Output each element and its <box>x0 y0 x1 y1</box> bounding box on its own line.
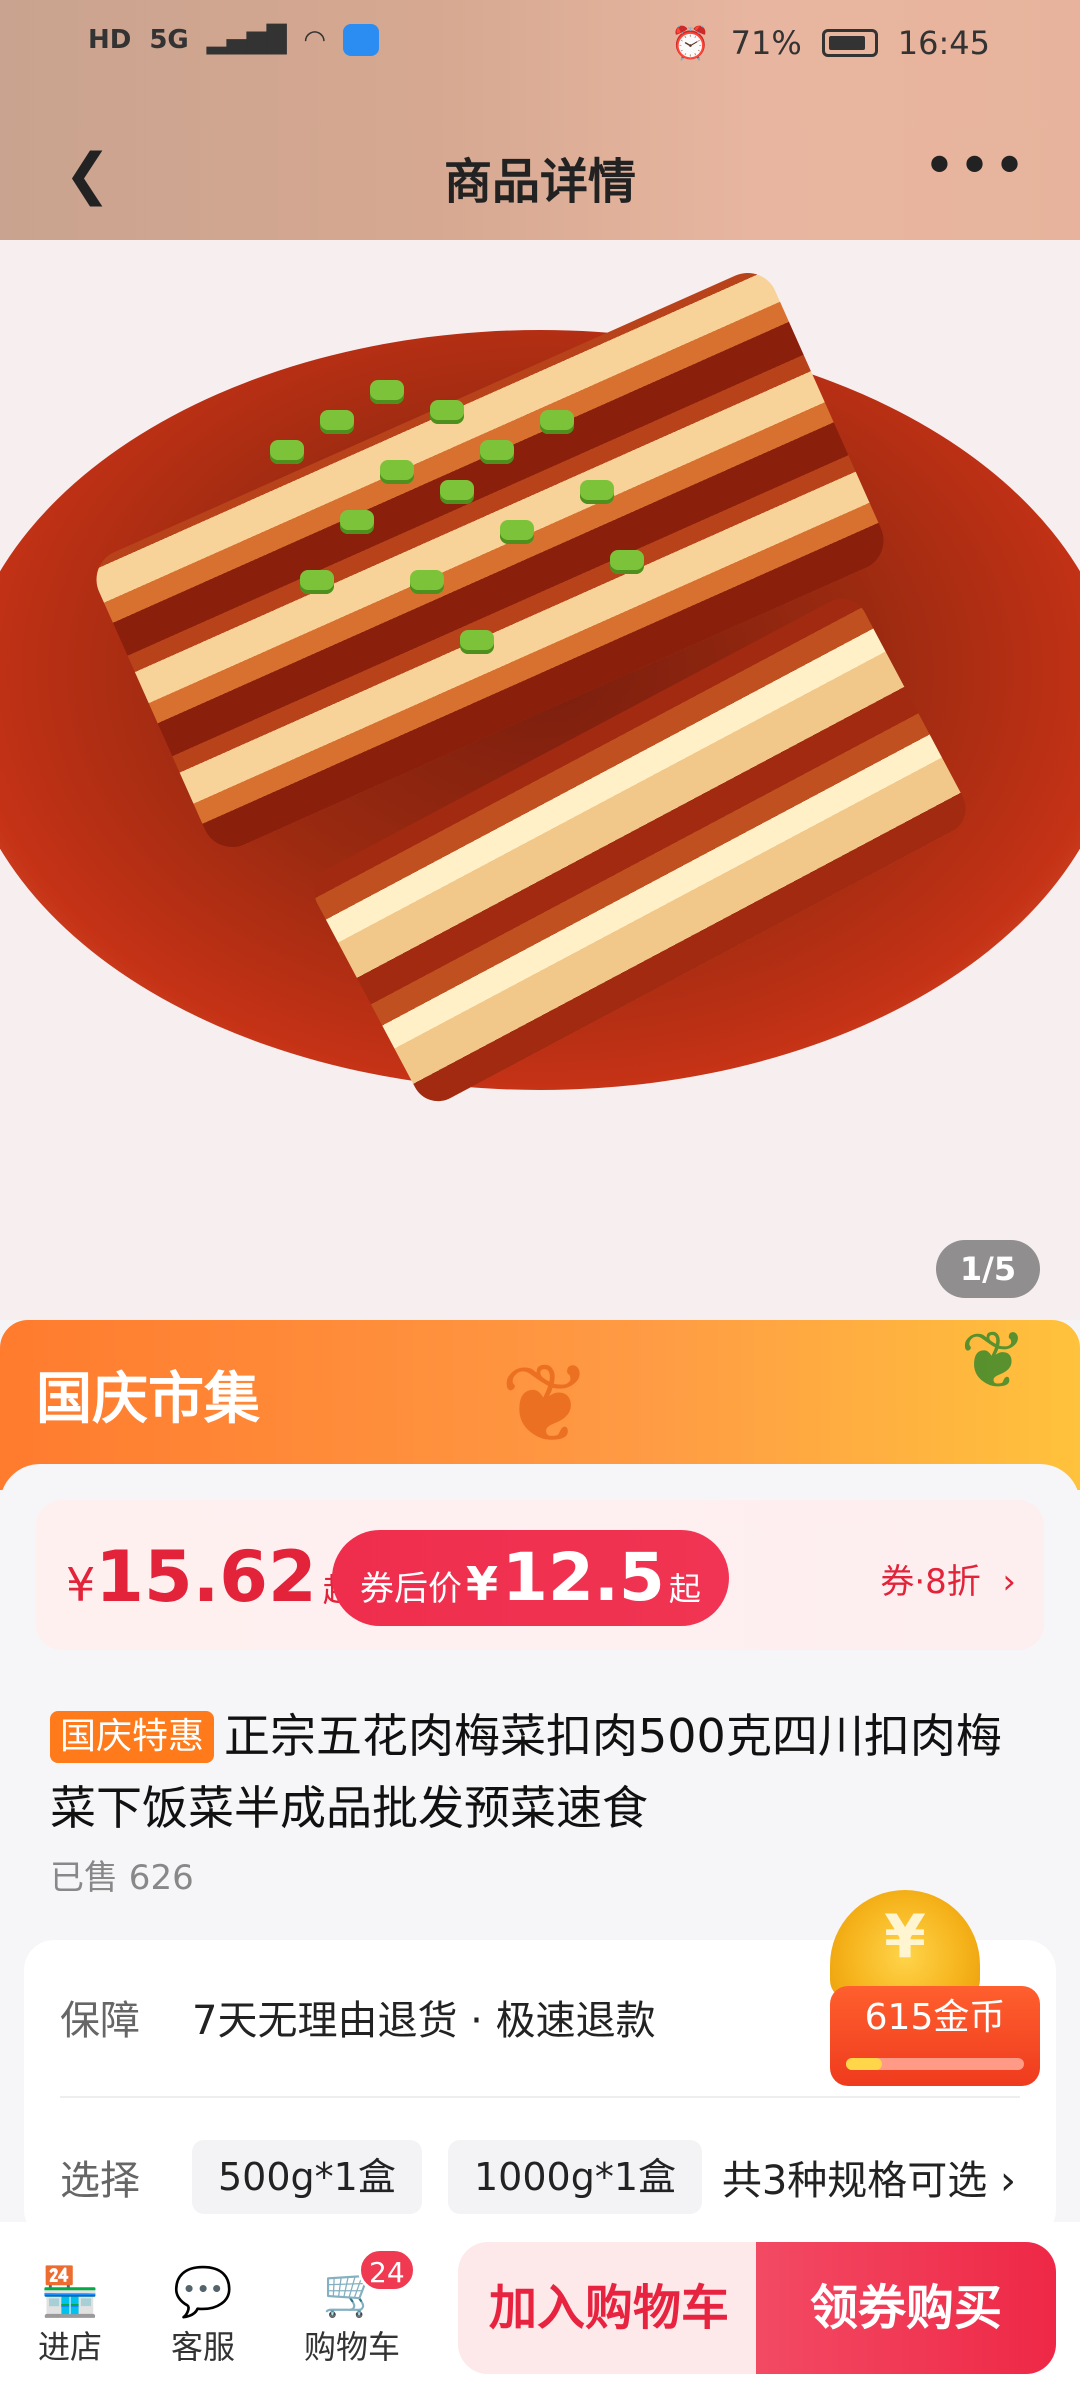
clock: 16:45 <box>897 24 990 62</box>
spec-option[interactable]: 1000g*1盒 <box>448 2140 703 2214</box>
guarantee-label: 保障 <box>60 1998 140 2044</box>
price: ¥15.62起 <box>66 1536 355 1618</box>
maple-leaf-icon: ❦ <box>960 1314 1028 1407</box>
promo-tag: 国庆特惠 <box>50 1711 215 1763</box>
coin-icon[interactable]: ¥ <box>830 1890 980 2000</box>
product-title: 国庆特惠 正宗五花肉梅菜扣肉500克四川扣肉梅菜下饭菜半成品批发预菜速食 <box>50 1709 1002 1835</box>
buy-with-coupon-button[interactable]: 领券购买 <box>756 2242 1056 2374</box>
battery-icon <box>821 29 878 57</box>
top-header: HD 5G ▂▄▆█ ◠ ⏰ 71% 16:45 ❮ 商品详情 ••• <box>0 0 1080 240</box>
wifi-icon: ◠ <box>304 25 325 55</box>
sold-count: 已售 626 <box>50 1858 194 1898</box>
store-tab[interactable]: 🏪 进店 <box>10 2262 130 2368</box>
after-coupon-price: 券后价 ¥ 12.5 起 <box>332 1530 729 1626</box>
nav-bar: ❮ 商品详情 ••• <box>0 120 1080 220</box>
more-specs[interactable]: 共3种规格可选 › <box>722 2148 1016 2206</box>
coupon-link[interactable]: 券·8折 › <box>880 1554 1016 1603</box>
bottom-action-bar: 🏪 进店 💬 客服 🛒 24 购物车 加入购物车 领券购买 <box>0 2222 1080 2400</box>
chevron-right-icon: › <box>987 2158 1016 2204</box>
select-label: 选择 <box>60 2158 140 2204</box>
store-icon: 🏪 <box>40 2264 100 2320</box>
product-card: ¥15.62起 券后价 ¥ 12.5 起 券·8折 › 国庆特惠正宗五花肉梅菜扣… <box>0 1464 1080 2240</box>
chevron-right-icon: › <box>991 1562 1016 1602</box>
coins-badge[interactable]: 615金币 <box>830 1986 1040 2086</box>
divider <box>60 2096 1020 2098</box>
chat-icon: 💬 <box>173 2264 233 2320</box>
price-value: 15.62 <box>95 1536 317 1618</box>
signal-icon: ▂▄▆█ <box>206 25 287 55</box>
cart-tab[interactable]: 🛒 24 购物车 <box>292 2248 416 2368</box>
coin-progress <box>846 2058 1024 2070</box>
price-box: ¥15.62起 券后价 ¥ 12.5 起 券·8折 › <box>36 1500 1044 1650</box>
page-title: 商品详情 <box>443 154 636 210</box>
weather-icon <box>342 24 379 56</box>
promo-title: 国庆市集 <box>36 1367 260 1432</box>
alarm-icon: ⏰ <box>670 24 711 62</box>
product-image[interactable]: 1/5 <box>0 240 1080 1320</box>
scallion-garnish <box>260 370 700 710</box>
spec-option[interactable]: 500g*1盒 <box>192 2140 422 2214</box>
status-bar: HD 5G ▂▄▆█ ◠ ⏰ 71% 16:45 <box>0 18 1080 66</box>
guarantee-text: 7天无理由退货 · 极速退款 <box>192 1998 656 2044</box>
service-tab[interactable]: 💬 客服 <box>143 2262 263 2368</box>
hd-icon: HD <box>88 25 132 55</box>
cart-badge: 24 <box>358 2248 416 2292</box>
maple-leaf-icon: ❦ <box>500 1340 593 1468</box>
image-counter: 1/5 <box>936 1240 1040 1298</box>
more-icon[interactable]: ••• <box>923 134 1028 199</box>
battery-percent: 71% <box>730 24 802 62</box>
add-to-cart-button[interactable]: 加入购物车 <box>458 2242 760 2374</box>
network-5g-icon: 5G <box>149 25 189 55</box>
